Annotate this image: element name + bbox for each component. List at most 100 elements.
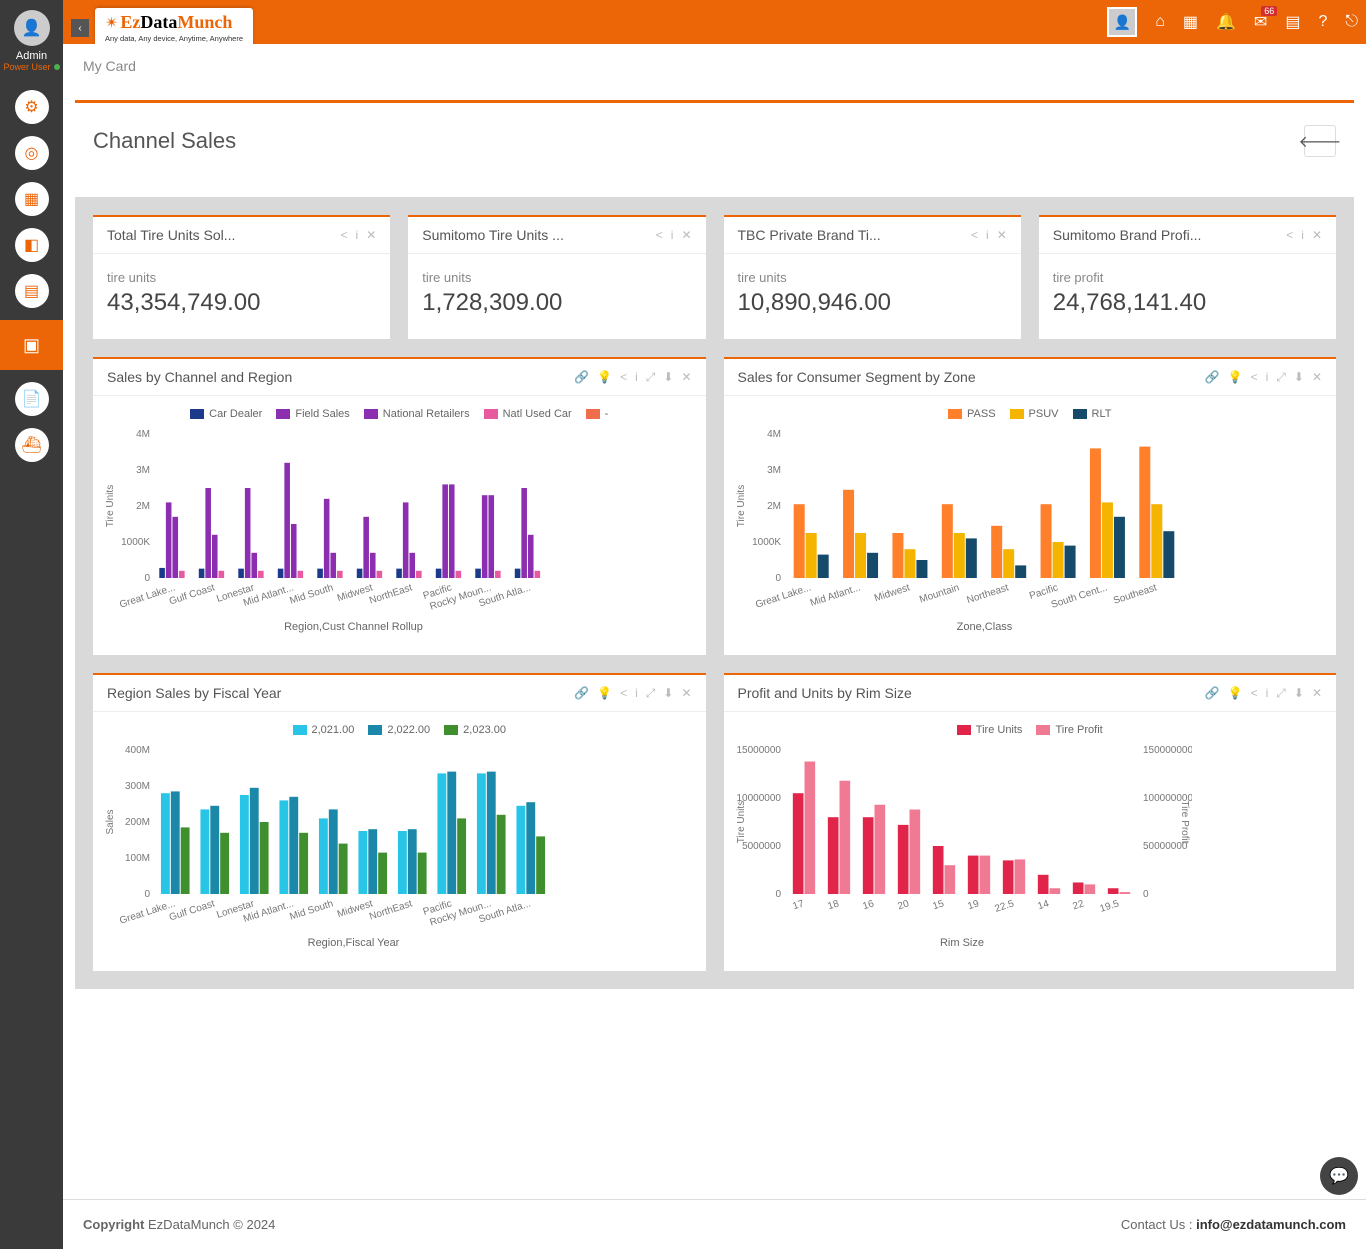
svg-text:150000000: 150000000 (1143, 745, 1192, 756)
user-role: Power User (3, 62, 59, 72)
expand-icon[interactable]: ⤢ (646, 370, 656, 385)
close-icon[interactable]: ✕ (681, 370, 691, 385)
tab-collapse-button[interactable]: ‹ (71, 19, 89, 37)
nav-icon-active[interactable]: ▣ (0, 320, 63, 370)
svg-text:20: 20 (896, 898, 910, 912)
svg-text:Northeast: Northeast (965, 582, 1010, 606)
kpi-value: 43,354,749.00 (107, 289, 376, 317)
avatar[interactable]: 👤 (14, 10, 50, 46)
logout-icon[interactable]: ⎋ (1345, 13, 1358, 31)
svg-text:15: 15 (931, 898, 945, 912)
svg-text:Tire Units: Tire Units (736, 801, 747, 843)
svg-text:0: 0 (144, 889, 150, 900)
nav-icons: ⚙ ◎ ▦ ◧ ▤ ▣ 📄 ⛴ (0, 90, 63, 462)
grid-icon[interactable]: ▦ (1183, 12, 1198, 32)
svg-text:17: 17 (791, 898, 805, 912)
svg-text:16: 16 (861, 898, 875, 912)
online-indicator (54, 64, 60, 70)
svg-text:4M: 4M (767, 429, 781, 440)
close-icon[interactable]: ✕ (366, 228, 376, 242)
logo: ✴ EzDataMunch (105, 12, 243, 34)
nav-icon-1[interactable]: ⚙ (15, 90, 49, 124)
svg-text:Tire Profit: Tire Profit (1179, 801, 1190, 844)
svg-text:0: 0 (775, 573, 781, 584)
chart-card-consumer-zone: Sales for Consumer Segment by Zone 🔗💡<i⤢… (724, 357, 1337, 655)
nav-icon-8[interactable]: ⛴ (15, 428, 49, 462)
content: Channel Sales 🡐 Total Tire Units Sol... … (63, 88, 1366, 1199)
svg-text:0: 0 (144, 573, 150, 584)
info-icon[interactable]: i (356, 228, 359, 242)
share-icon[interactable]: < (971, 228, 978, 242)
back-button[interactable]: 🡐 (1304, 125, 1336, 157)
kpi-card-1: Sumitomo Tire Units ... <i✕ tire units 1… (408, 215, 705, 339)
messages-icon[interactable]: ✉66 (1254, 12, 1267, 32)
share-icon[interactable]: < (341, 228, 348, 242)
download-icon[interactable]: ⬇ (663, 370, 673, 385)
link-icon[interactable]: 🔗 (574, 370, 589, 385)
page-title: Channel Sales (93, 128, 236, 154)
topbar: ‹ ✴ EzDataMunch Any data, Any device, An… (63, 0, 1366, 44)
home-icon[interactable]: ⌂ (1155, 13, 1165, 31)
svg-text:Gulf Coast: Gulf Coast (168, 582, 217, 607)
help-icon[interactable]: ? (1318, 13, 1327, 31)
svg-text:22: 22 (1071, 898, 1085, 912)
svg-text:Mid South: Mid South (288, 898, 334, 922)
kpi-card-3: Sumitomo Brand Profi... <i✕ tire profit … (1039, 215, 1336, 339)
svg-text:18: 18 (826, 898, 840, 912)
cards-grid: Total Tire Units Sol... <i✕ tire units 4… (75, 197, 1354, 989)
footer: Copyright EzDataMunch © 2024 Contact Us … (63, 1199, 1366, 1249)
kpi-value: 24,768,141.40 (1053, 289, 1322, 317)
breadcrumb: My Card (63, 44, 1366, 88)
svg-text:Mid South: Mid South (288, 582, 334, 606)
nav-icon-2[interactable]: ◎ (15, 136, 49, 170)
nav-icon-3[interactable]: ▦ (15, 182, 49, 216)
chart-card-channel-region: Sales by Channel and Region 🔗💡<i⤢⬇✕ Car … (93, 357, 706, 655)
svg-text:1000K: 1000K (121, 537, 150, 548)
share-icon[interactable]: < (1286, 228, 1293, 242)
nav-icon-5[interactable]: ▤ (15, 274, 49, 308)
close-icon[interactable]: ✕ (997, 228, 1007, 242)
close-icon[interactable]: ✕ (1312, 228, 1322, 242)
page-header: Channel Sales 🡐 (75, 100, 1354, 179)
svg-text:South Cent...: South Cent... (1049, 582, 1108, 611)
info-icon[interactable]: i (1301, 228, 1304, 242)
list-icon[interactable]: ▤ (1285, 12, 1300, 32)
share-icon[interactable]: < (620, 370, 627, 385)
chat-fab[interactable]: 💬 (1320, 1157, 1358, 1195)
svg-text:14: 14 (1036, 898, 1050, 912)
close-icon[interactable]: ✕ (681, 228, 691, 242)
svg-text:Region,Cust Channel Rollup: Region,Cust Channel Rollup (284, 621, 423, 633)
kpi-value: 1,728,309.00 (422, 289, 691, 317)
svg-text:Gulf Coast: Gulf Coast (168, 898, 217, 923)
kpi-value: 10,890,946.00 (738, 289, 1007, 317)
chart-card-region-fy: Region Sales by Fiscal Year 🔗💡<i⤢⬇✕ 2,02… (93, 673, 706, 971)
svg-text:2M: 2M (136, 501, 150, 512)
info-icon[interactable]: i (635, 370, 638, 385)
top-icons: 👤 ⌂ ▦ 🔔 ✉66 ▤ ? ⎋ (1107, 7, 1358, 37)
svg-text:Tire Units: Tire Units (736, 485, 747, 527)
svg-text:22.5: 22.5 (993, 898, 1015, 915)
svg-text:NorthEast: NorthEast (368, 898, 414, 922)
nav-icon-4[interactable]: ◧ (15, 228, 49, 262)
sidebar: 👤 Admin Power User ⚙ ◎ ▦ ◧ ▤ ▣ 📄 ⛴ (0, 0, 63, 1249)
svg-text:200M: 200M (125, 817, 150, 828)
logo-tab[interactable]: ✴ EzDataMunch Any data, Any device, Anyt… (95, 8, 253, 47)
svg-text:Rim Size: Rim Size (939, 937, 983, 949)
nav-icon-7[interactable]: 📄 (15, 382, 49, 416)
svg-text:300M: 300M (125, 781, 150, 792)
svg-text:5000000: 5000000 (742, 841, 781, 852)
info-icon[interactable]: i (671, 228, 674, 242)
share-icon[interactable]: < (656, 228, 663, 242)
svg-text:Southeast: Southeast (1111, 582, 1157, 606)
top-avatar[interactable]: 👤 (1107, 7, 1137, 37)
bulb-icon[interactable]: 💡 (597, 370, 612, 385)
info-icon[interactable]: i (986, 228, 989, 242)
svg-text:19.5: 19.5 (1098, 898, 1120, 915)
svg-text:Mountain: Mountain (918, 582, 961, 605)
svg-text:400M: 400M (125, 745, 150, 756)
svg-text:0: 0 (1143, 889, 1149, 900)
card-tools: 🔗 💡 < i ⤢ ⬇ ✕ (574, 370, 691, 385)
bell-icon[interactable]: 🔔 (1216, 12, 1236, 32)
svg-text:4M: 4M (136, 429, 150, 440)
user-name: Admin (16, 50, 47, 62)
